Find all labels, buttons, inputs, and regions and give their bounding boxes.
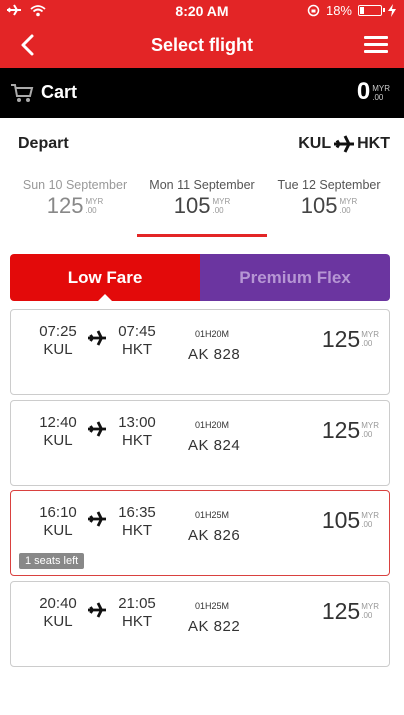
nav-bar: Select flight: [0, 22, 404, 68]
origin-code: KUL: [43, 341, 73, 358]
price-decimals: .00: [361, 339, 373, 348]
arrival-time: 21:05: [118, 595, 156, 612]
price-currency: MYR: [361, 421, 379, 430]
date-label: Sun 10 September: [22, 178, 128, 192]
route-summary: KUL HKT: [298, 135, 390, 153]
arrival-time: 07:45: [118, 323, 156, 340]
hamburger-menu-icon[interactable]: [364, 36, 388, 54]
date-selector: Sun 10 September 125 MYR .00 Mon 11 Septem…: [0, 178, 404, 240]
origin-code: KUL: [43, 522, 73, 539]
flight-card-selected[interactable]: 16:10 KUL 16:35 HKT 01H25M AK 826 105 MYR…: [10, 490, 390, 576]
flight-card[interactable]: 07:25 KUL 07:45 HKT 01H20M AK 828 125 MYR…: [10, 309, 390, 395]
airplane-icon: [334, 135, 355, 153]
cart-icon: [11, 84, 34, 102]
flight-card[interactable]: 20:40 KUL 21:05 HKT 01H25M AK 822 125 MYR…: [10, 581, 390, 667]
departure-time: 16:10: [39, 504, 77, 521]
date-price: 125: [46, 193, 84, 218]
flight-card[interactable]: 12:40 KUL 13:00 HKT 01H20M AK 824 125 MYR…: [10, 400, 390, 486]
airplane-icon: [88, 511, 106, 527]
cart-decimals: .00: [372, 93, 384, 102]
cart-label: Cart: [41, 82, 78, 102]
destination-code: HKT: [122, 613, 152, 630]
date-decimals: .00: [212, 206, 224, 215]
flight-price: 125 MYR .00: [322, 598, 379, 624]
price-decimals: .00: [361, 611, 373, 620]
fare-tabs: Low Fare Premium Flex: [10, 254, 390, 302]
tab-premium-flex[interactable]: Premium Flex: [200, 254, 390, 301]
departure-time: 12:40: [39, 414, 77, 431]
departure-time: 07:25: [39, 323, 77, 340]
date-decimals: .00: [339, 206, 351, 215]
flight-number: AK 824: [188, 437, 241, 454]
price-currency: MYR: [361, 330, 379, 339]
airplane-icon: [88, 602, 106, 618]
price-currency: MYR: [361, 602, 379, 611]
date-currency: MYR: [85, 197, 104, 206]
seats-left-badge: 1 seats left: [19, 553, 85, 569]
tab-low-fare[interactable]: Low Fare: [10, 254, 200, 302]
cart-total-amount: 0: [356, 78, 371, 105]
price-decimals: .00: [361, 430, 373, 439]
price-amount: 125: [321, 326, 361, 352]
origin-code: KUL: [43, 432, 73, 449]
price-amount: 125: [321, 598, 361, 624]
destination-code: HKT: [122, 341, 152, 358]
date-label: Tue 12 September: [277, 178, 381, 192]
flight-duration: 01H25M: [195, 601, 230, 611]
battery-percent: 18%: [325, 3, 352, 18]
status-bar: 8:20 AM 18%: [0, 0, 404, 22]
price-decimals: .00: [361, 520, 373, 529]
orientation-lock-icon: [307, 4, 320, 17]
route-origin: KUL: [298, 135, 332, 152]
airplane-icon: [88, 421, 106, 437]
flight-price: 105 MYR .00: [322, 507, 379, 533]
flight-number: AK 826: [188, 527, 241, 544]
arrival-time: 13:00: [118, 414, 156, 431]
date-option-mon-11[interactable]: Mon 11 September 105 MYR .00: [135, 178, 269, 237]
battery-icon: [358, 5, 385, 16]
date-option-tue-12[interactable]: Tue 12 September 105 MYR .00: [262, 178, 396, 218]
depart-label: Depart: [18, 135, 69, 152]
flight-duration: 01H20M: [195, 329, 230, 339]
date-currency: MYR: [339, 197, 358, 206]
date-currency: MYR: [212, 197, 231, 206]
date-price: 105: [173, 193, 211, 218]
arrival-time: 16:35: [118, 504, 156, 521]
cart-currency: MYR: [372, 84, 390, 93]
charging-icon: [388, 4, 396, 17]
date-label: Mon 11 September: [149, 178, 255, 192]
destination-code: HKT: [122, 522, 152, 539]
flight-price: 125 MYR .00: [322, 417, 379, 443]
departure-time: 20:40: [39, 595, 77, 612]
date-option-sun-10[interactable]: Sun 10 September 125 MYR .00: [8, 178, 142, 218]
date-decimals: .00: [85, 206, 97, 215]
flight-duration: 01H20M: [195, 420, 230, 430]
flight-price: 125 MYR .00: [322, 326, 379, 352]
price-amount: 125: [321, 417, 361, 443]
flight-number: AK 822: [188, 618, 241, 635]
flight-number: AK 828: [188, 346, 241, 363]
airplane-icon: [88, 330, 106, 346]
price-currency: MYR: [361, 511, 379, 520]
cart-bar[interactable]: Cart 0 MYR .00: [0, 68, 404, 118]
cart-total: 0 MYR .00: [357, 79, 390, 105]
route-row: Depart KUL HKT: [0, 130, 404, 160]
page-title: Select flight: [150, 35, 253, 55]
date-price: 105: [300, 193, 338, 218]
price-amount: 105: [321, 507, 361, 533]
flight-duration: 01H25M: [195, 510, 230, 520]
origin-code: KUL: [43, 613, 73, 630]
route-destination: HKT: [357, 135, 390, 152]
destination-code: HKT: [122, 432, 152, 449]
